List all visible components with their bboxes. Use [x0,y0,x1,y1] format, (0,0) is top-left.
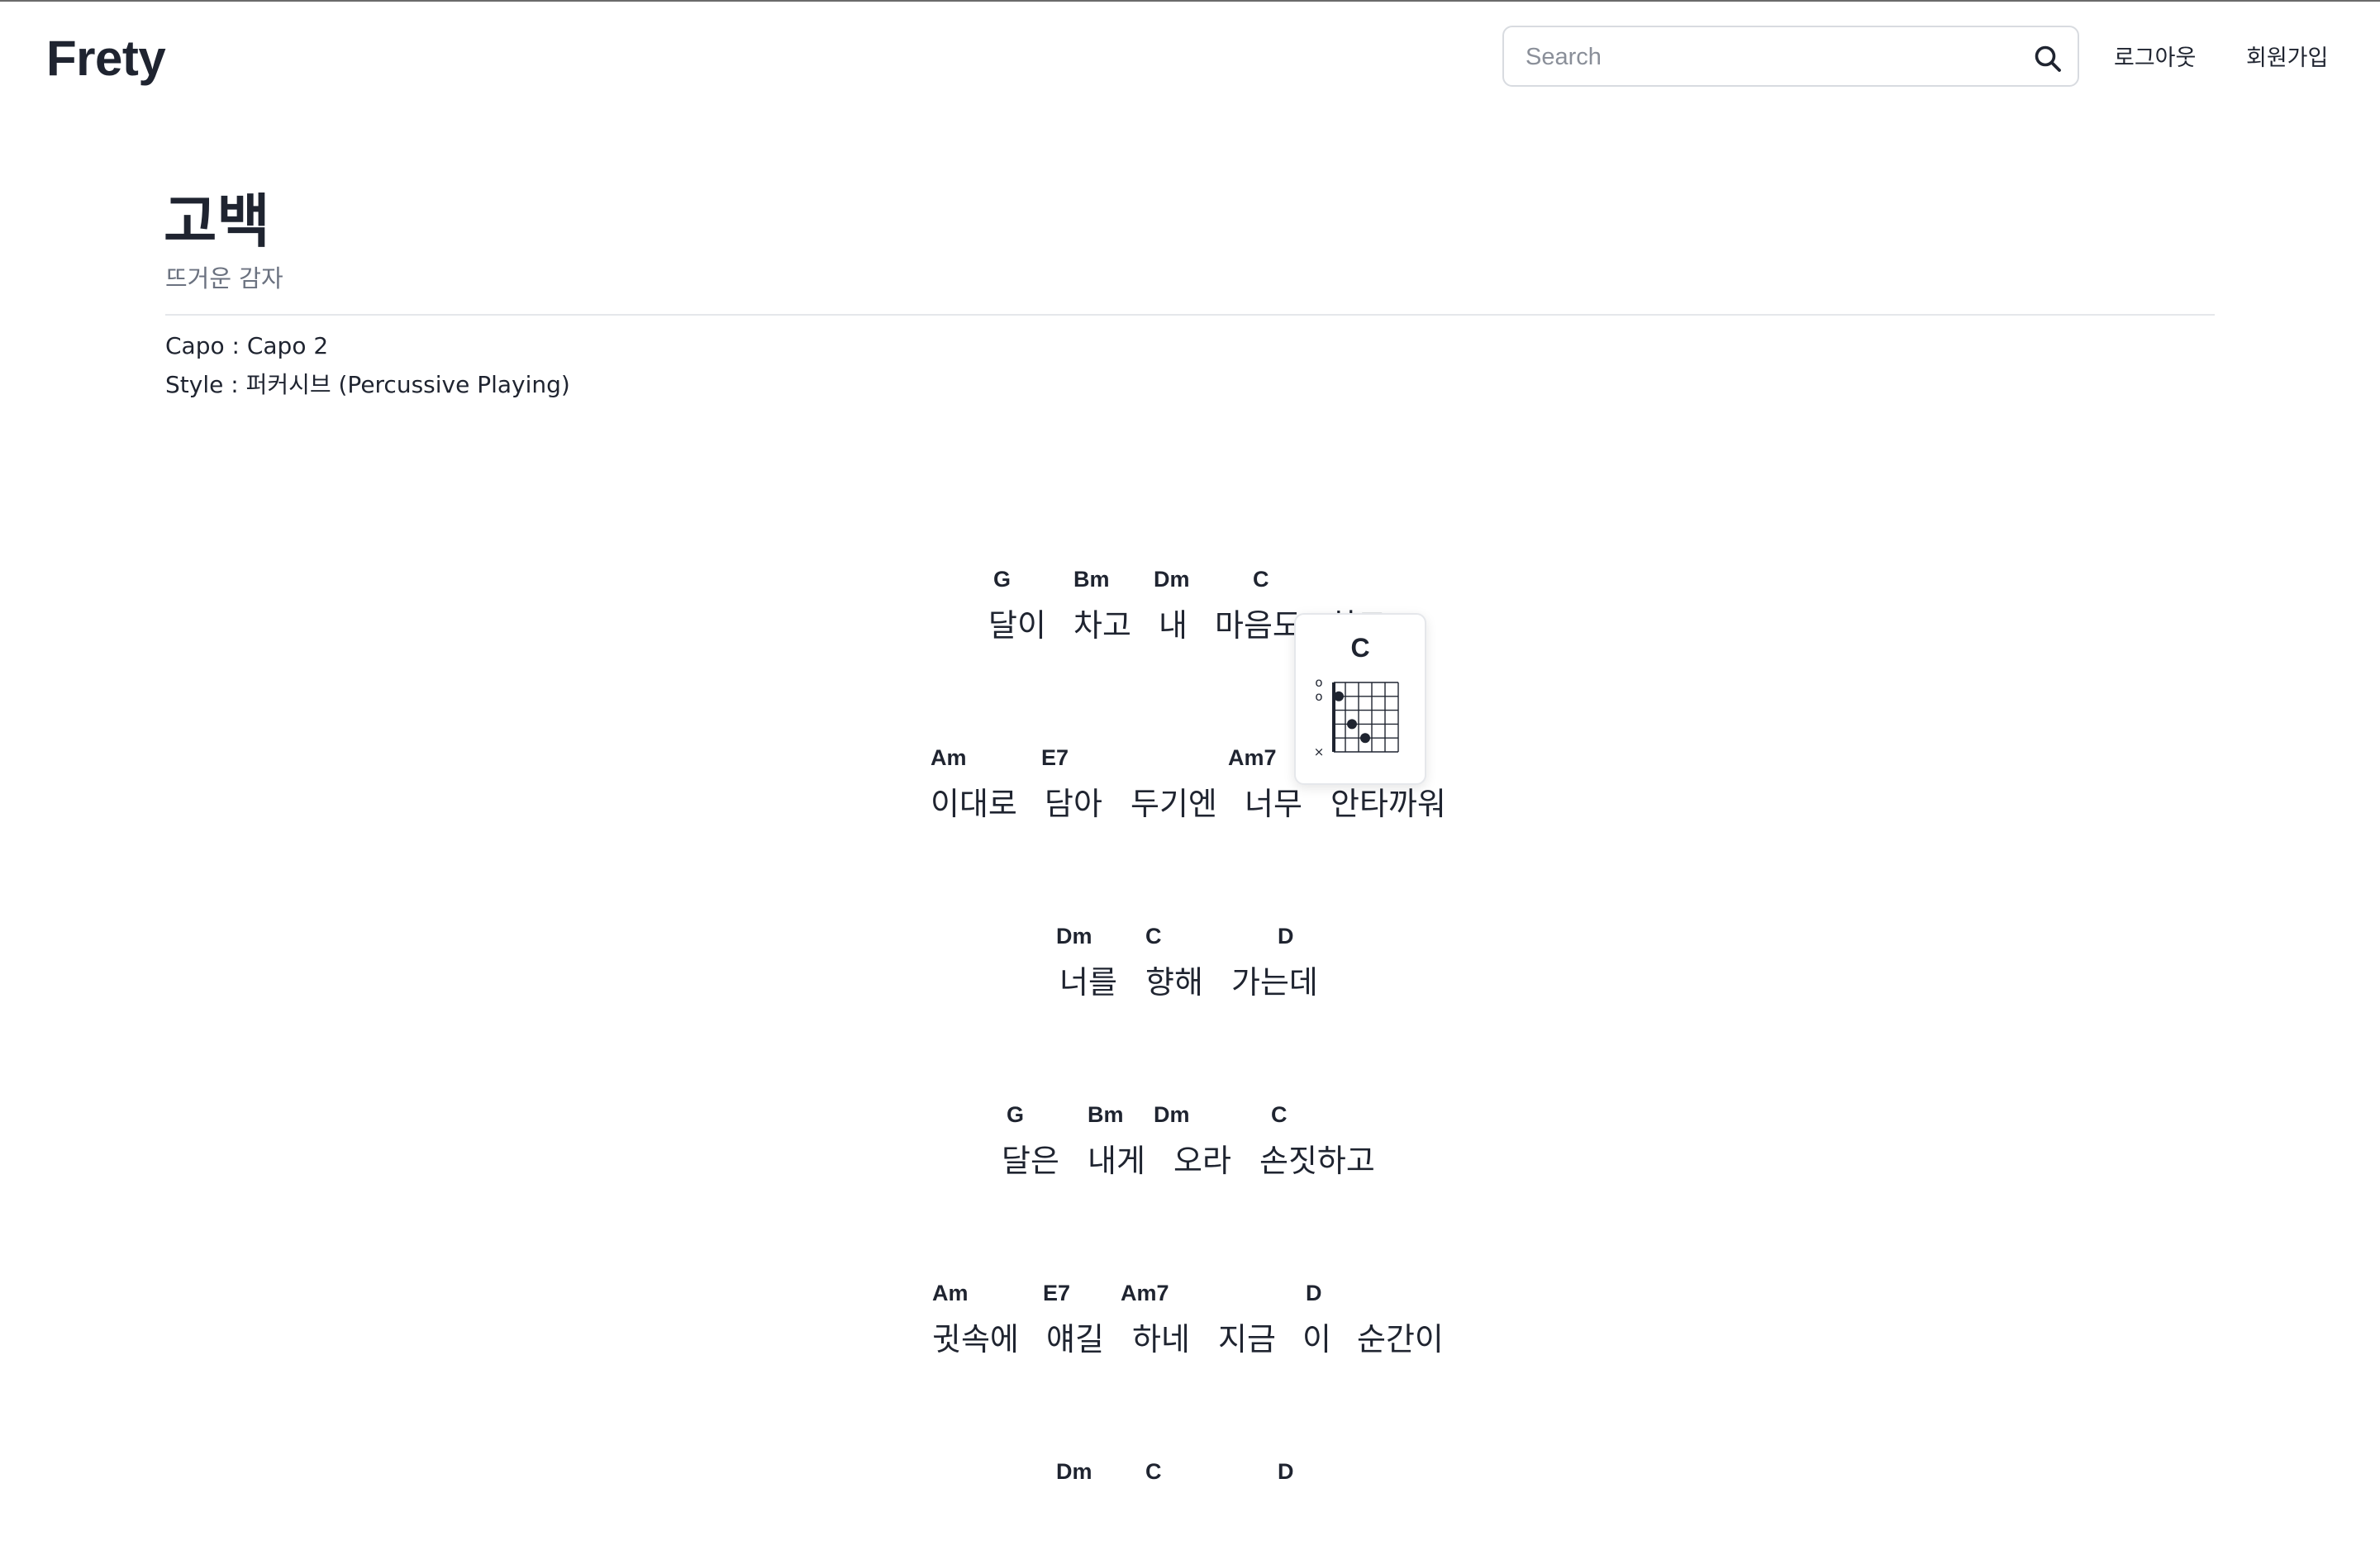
lyric-text: 지금 [1218,1321,1276,1357]
song-artist[interactable]: 뜨거운 감자 [165,259,283,294]
chord-label[interactable]: C [1253,567,1269,592]
logout-link[interactable]: 로그아웃 [2114,40,2196,72]
chord-label[interactable]: Am7 [1121,1281,1169,1306]
lyric-text: 귓속에 [932,1321,1019,1357]
lyric-text: 내게 [1088,1143,1145,1179]
lyric-text: 하네 [1132,1321,1190,1357]
song-title: 고백 [164,188,270,255]
finger-dot [1334,691,1344,701]
lyric-text: 이 [1302,1321,1331,1357]
chord-label[interactable]: E7 [1043,1281,1070,1306]
chord-label[interactable]: D [1278,924,1294,949]
open-string-marker: o [1315,678,1322,690]
lyric-text: 향해 [1145,964,1203,1001]
chord-label[interactable]: C [1271,1102,1288,1128]
site-logo[interactable]: Frety [46,30,166,87]
nut [1332,682,1335,752]
chord-label[interactable]: Dm [1154,567,1190,592]
site-header: Frety 로그아웃 회원가입 [0,0,2380,116]
chord-label[interactable]: D [1278,1459,1294,1485]
lyric-text: 마음도 [1215,607,1302,644]
chord-label[interactable]: G [1007,1102,1024,1128]
chord-label[interactable]: Bm [1088,1102,1124,1128]
chord-label[interactable]: G [993,567,1011,592]
chord-label[interactable]: Am [932,1281,969,1306]
header-divider [165,314,2215,316]
finger-dot [1360,733,1370,744]
lyric-text: 손짓하고 [1259,1143,1375,1179]
chord-label[interactable]: Dm [1056,1459,1092,1485]
chord-label[interactable]: D [1306,1281,1322,1306]
lyric-text: 이대로 [931,786,1017,822]
lyric-text: 오라 [1173,1143,1231,1179]
lyric-text: 가는데 [1231,964,1318,1001]
style-info: Style : 퍼커시브 (Percussive Playing) [165,371,570,398]
search-input[interactable] [1524,39,2006,75]
chord-label[interactable]: C [1145,1459,1162,1485]
signup-link[interactable]: 회원가입 [2246,40,2328,72]
chord-label[interactable]: E7 [1041,745,1069,771]
open-string-marker: o [1315,689,1322,704]
search-box[interactable] [1502,26,2079,87]
chord-label[interactable]: C [1145,924,1162,949]
chord-markers: oo × [1314,678,1370,759]
chord-label[interactable]: Dm [1056,924,1092,949]
lyric-text: 내 [1159,607,1188,644]
lyric-text: 차고 [1073,607,1131,644]
lyric-text: 두기엔 [1130,786,1217,822]
lyric-text: 너무 [1245,786,1302,822]
chord-label[interactable]: Am7 [1228,745,1277,771]
lyric-text: 너를 [1059,964,1117,1001]
lyric-text: 담아 [1045,786,1102,822]
lyric-text: 순간이 [1357,1321,1444,1357]
lyric-text: 얘길 [1046,1321,1104,1357]
muted-string-marker: × [1314,744,1325,759]
search-icon[interactable] [2033,44,2063,74]
chord-diagram: oo × [1314,678,1399,759]
lyric-text: 달이 [988,607,1046,644]
capo-info: Capo : Capo 2 [165,332,329,359]
chord-diagram-title: C [1350,633,1370,663]
chord-diagram-popover: C o o × [1294,613,1426,785]
chord-label[interactable]: Bm [1073,567,1110,592]
lyric-text: 달은 [1002,1143,1059,1179]
finger-dot [1347,719,1357,730]
lyric-text: 안타까워 [1330,786,1446,822]
chord-label[interactable]: Am [931,745,967,771]
chord-label[interactable]: Dm [1154,1102,1190,1128]
